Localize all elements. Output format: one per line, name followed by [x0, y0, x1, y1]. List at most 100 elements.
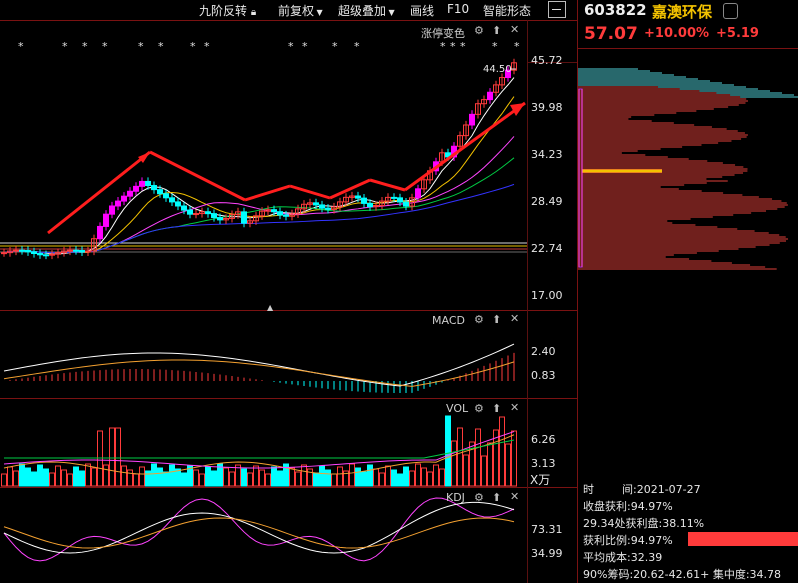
bell-icon[interactable] — [723, 3, 738, 19]
stock-name: 嘉澳环保 — [652, 3, 713, 21]
volume-bar — [361, 471, 367, 487]
volume-bar — [139, 466, 145, 487]
candle-body — [211, 213, 217, 219]
volume-ma-line — [3, 431, 515, 469]
candle-body — [31, 251, 37, 254]
volume-bar — [475, 428, 481, 487]
draw-line-button[interactable]: 画线 — [410, 2, 434, 19]
trend-arrow — [149, 150, 246, 202]
macd-title: MACD — [432, 314, 465, 327]
candle-body — [415, 188, 421, 199]
macd-y-tick: 0.83 — [531, 369, 556, 382]
candle-body — [283, 214, 289, 217]
trend-arrow — [369, 178, 406, 192]
volume-bar — [121, 465, 127, 487]
volume-bar — [145, 470, 151, 487]
volume-bar — [511, 430, 517, 487]
candle-body — [25, 250, 31, 253]
candle-body — [67, 249, 73, 252]
chip-time-row: 时 间:2021-07-27 — [583, 481, 701, 497]
close-icon[interactable]: ✕ — [510, 490, 519, 503]
candle-body — [133, 185, 139, 192]
kdj-y-tick: 34.99 — [531, 547, 563, 560]
volume-bar — [319, 465, 325, 487]
adjust-price-label: 前复权 — [278, 4, 315, 18]
candlestick-chart[interactable] — [0, 21, 527, 310]
volume-bar — [229, 471, 235, 487]
volume-bar — [67, 473, 73, 487]
window-toggle-button[interactable] — [548, 1, 566, 18]
volume-bar — [481, 455, 487, 487]
volume-bar — [445, 415, 451, 487]
stock-change-amount: +5.19 — [716, 26, 759, 41]
candle-body — [169, 197, 175, 203]
volume-bar — [385, 465, 391, 487]
volume-ma-line — [4, 439, 515, 459]
f10-button[interactable]: F10 — [447, 2, 469, 16]
up-arrow-icon[interactable]: ⬆ — [492, 313, 501, 326]
kdj-j-line — [3, 497, 515, 562]
settings-icon[interactable]: ⚙ — [474, 313, 484, 326]
close-icon[interactable]: ✕ — [510, 23, 519, 36]
volume-bar — [109, 427, 115, 487]
settings-icon[interactable]: ⚙ — [474, 491, 484, 504]
y-tick: 34.23 — [531, 148, 563, 161]
candle-body — [1, 252, 7, 255]
limit-up-star-icon: * — [158, 40, 164, 53]
candle-body — [115, 200, 121, 207]
candle-body — [151, 185, 157, 191]
volume-bar — [277, 470, 283, 487]
candle-body — [193, 213, 199, 216]
settings-icon[interactable]: ⚙ — [474, 402, 484, 415]
candle-body — [157, 189, 163, 195]
volume-bar — [31, 471, 37, 487]
up-arrow-icon[interactable]: ⬆ — [492, 402, 501, 415]
candle-body — [163, 193, 169, 199]
close-icon[interactable]: ✕ — [510, 312, 519, 325]
candle-body — [127, 190, 133, 197]
chip-range-marker — [578, 88, 583, 268]
up-arrow-icon[interactable]: ⬆ — [492, 491, 501, 504]
chip-range-row: 90%筹码:20.62-42.61+ 集中度:34.78 — [583, 566, 781, 582]
profit-ratio: 获利比例:94.97% — [583, 534, 673, 547]
settings-icon[interactable]: ⚙ — [474, 24, 484, 37]
volume-bar — [127, 469, 133, 487]
candle-body — [325, 207, 331, 210]
up-arrow-icon[interactable]: ⬆ — [492, 24, 501, 37]
y-tick: 39.98 — [531, 101, 563, 114]
limit-up-star-icon: * — [332, 40, 338, 53]
limit-up-star-icon: * — [514, 40, 520, 53]
volume-bar — [37, 464, 43, 487]
smart-pattern-button[interactable]: 智能形态 — [483, 2, 531, 19]
chip-distribution-chart[interactable] — [578, 49, 798, 469]
axis-divider — [527, 20, 528, 583]
volume-bar — [241, 468, 247, 487]
candle-body — [19, 249, 25, 252]
volume-bar — [91, 467, 97, 487]
volume-bar — [487, 442, 493, 487]
kdj-y-tick: 73.31 — [531, 523, 563, 536]
time-label: 时 — [583, 483, 594, 496]
candle-body — [145, 180, 151, 187]
adjust-price-dropdown[interactable]: 前复权 ▼ — [278, 2, 323, 19]
volume-bar — [133, 473, 139, 487]
volume-bar — [19, 463, 25, 487]
price-profit: 29.34处获利盘:38.11% — [583, 517, 705, 530]
macd-y-tick: 2.40 — [531, 345, 556, 358]
volume-bar — [325, 469, 331, 487]
limit-up-star-icon: * — [440, 40, 446, 53]
volume-bar — [55, 465, 61, 487]
trend-arrow — [289, 184, 331, 200]
vol-y-tick: 3.13 — [531, 457, 556, 470]
volume-bar — [421, 467, 427, 487]
volume-bar — [193, 469, 199, 487]
super-overlay-dropdown[interactable]: 超级叠加 ▼ — [338, 2, 395, 19]
peak-price-label: 44.50 — [483, 64, 512, 75]
y-tick: 28.49 — [531, 195, 563, 208]
volume-bar — [85, 463, 91, 487]
volume-bar — [49, 472, 55, 487]
close-icon[interactable]: ✕ — [510, 401, 519, 414]
nine-reversal-button[interactable]: 九阶反转 🔒︎ — [199, 2, 256, 19]
limit-up-star-icon: * — [204, 40, 210, 53]
volume-bar — [415, 463, 421, 487]
